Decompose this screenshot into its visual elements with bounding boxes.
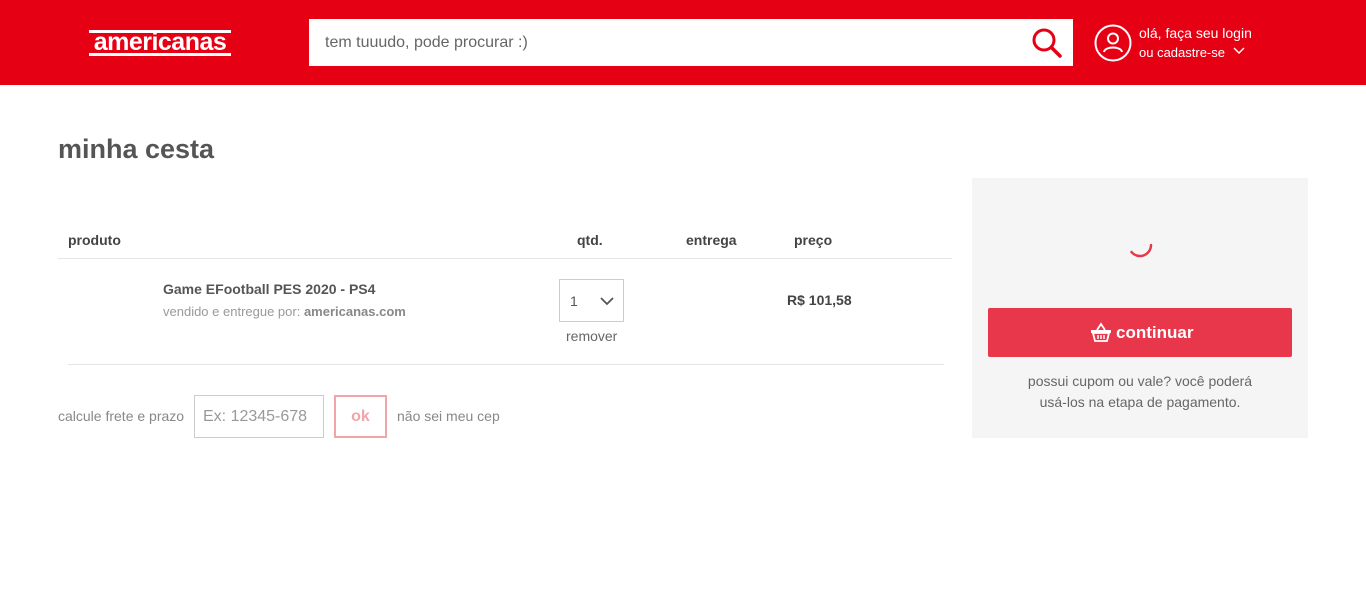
- loading-spinner-icon: [1130, 243, 1153, 258]
- row-divider: [68, 364, 944, 365]
- search-bar: [309, 19, 1073, 66]
- search-button[interactable]: [1031, 27, 1063, 59]
- chevron-down-icon: [600, 297, 614, 306]
- logo-bottom-bar: [89, 53, 231, 56]
- quantity-select[interactable]: 1: [559, 279, 624, 322]
- column-header-delivery: entrega: [686, 232, 737, 248]
- continue-button[interactable]: continuar: [988, 308, 1292, 357]
- seller-name: americanas.com: [303, 304, 406, 319]
- top-header: americanas olá, faça seu login ou cadast…: [0, 0, 1366, 85]
- seller-info: vendido e entregue por: americanas.com: [163, 304, 406, 319]
- chevron-down-icon: [1233, 47, 1245, 54]
- continue-label: continuar: [1116, 323, 1194, 342]
- remove-item-link[interactable]: remover: [566, 328, 617, 344]
- order-summary-panel: continuar possui cupom ou vale? você pod…: [972, 178, 1308, 438]
- logo-text: americanas: [93, 28, 227, 56]
- coupon-note: possui cupom ou vale? você poderá usá-lo…: [972, 371, 1308, 413]
- product-name[interactable]: Game EFootball PES 2020 - PS4: [163, 281, 375, 297]
- user-icon: [1094, 24, 1132, 62]
- column-header-qty: qtd.: [577, 232, 603, 248]
- search-icon: [1032, 28, 1062, 58]
- page-title: minha cesta: [58, 134, 215, 164]
- account-login[interactable]: olá, faça seu login ou cadastre-se: [1094, 24, 1294, 64]
- coupon-note-line-2: usá-los na etapa de pagamento.: [1039, 394, 1241, 410]
- americanas-logo[interactable]: americanas: [89, 28, 231, 60]
- header-divider: [58, 258, 952, 259]
- signup-link[interactable]: ou cadastre-se: [1139, 45, 1225, 60]
- column-header-product: produto: [68, 232, 121, 248]
- item-price: R$ 101,58: [787, 292, 852, 308]
- column-header-price: preço: [794, 232, 833, 248]
- login-greeting: olá, faça seu login: [1139, 25, 1252, 41]
- search-input[interactable]: [309, 19, 1009, 66]
- basket-icon: [1091, 322, 1111, 342]
- cep-input[interactable]: [194, 395, 324, 438]
- seller-prefix: vendido e entregue por:: [163, 304, 301, 319]
- coupon-note-line-1: possui cupom ou vale? você poderá: [1027, 373, 1253, 389]
- ok-button[interactable]: ok: [334, 395, 387, 438]
- no-cep-link[interactable]: não sei meu cep: [397, 408, 500, 424]
- freight-label: calcule frete e prazo: [58, 408, 185, 424]
- quantity-value: 1: [570, 293, 578, 309]
